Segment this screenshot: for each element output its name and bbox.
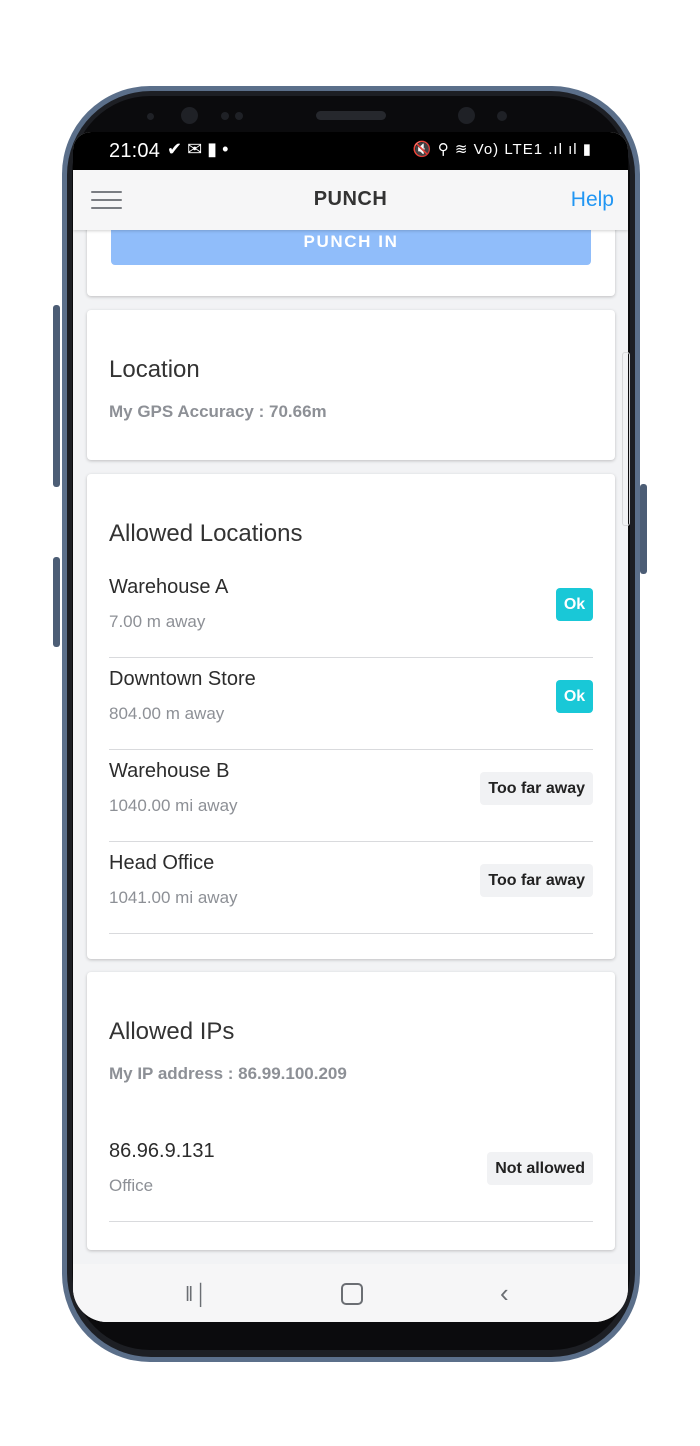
system-nav-bar: ‖│ ‹ — [73, 1264, 628, 1322]
status-bar: 21:04 ✔ ✉ ▮ • 🔇 ⚲ ≋ Vo) LTE1 .ıl ıl ▮ — [73, 132, 628, 170]
status-badge: Ok — [556, 588, 593, 621]
help-link[interactable]: Help — [571, 188, 614, 212]
punch-in-button[interactable]: PUNCH IN — [111, 230, 591, 265]
location-name: Warehouse A — [109, 576, 229, 598]
proximity-sensor — [147, 113, 154, 120]
location-name: Head Office — [109, 852, 215, 874]
status-badge: Ok — [556, 680, 593, 713]
status-time: 21:04 — [109, 140, 161, 162]
light-sensor — [221, 112, 229, 120]
volume-up-button — [53, 305, 60, 487]
location-name: Warehouse B — [109, 760, 230, 782]
status-badge: Not allowed — [487, 1152, 593, 1185]
earpiece-speaker — [316, 111, 386, 120]
notification-icons: ✔ ✉ ▮ • — [167, 139, 229, 159]
location-title: Location — [109, 356, 200, 383]
gps-accuracy: My GPS Accuracy : 70.66m — [109, 402, 327, 421]
location-distance: 7.00 m away — [109, 612, 206, 631]
light-sensor-2 — [235, 112, 243, 120]
list-item: 86.96.9.131 Office Not allowed — [109, 1130, 593, 1222]
ip-address: 86.96.9.131 — [109, 1140, 215, 1162]
location-distance: 1041.00 mi away — [109, 888, 238, 907]
list-item: Warehouse B 1040.00 mi away Too far away — [109, 750, 593, 842]
scroll-content[interactable]: PUNCH IN Location My GPS Accuracy : 70.6… — [73, 230, 628, 1264]
status-badge: Too far away — [480, 772, 593, 805]
home-icon[interactable] — [341, 1283, 363, 1305]
location-card: Location My GPS Accuracy : 70.66m — [87, 310, 615, 460]
app-bar: PUNCH Help — [73, 170, 628, 230]
recents-icon[interactable]: ‖│ — [185, 1284, 210, 1307]
allowed-locations-card: Allowed Locations Warehouse A 7.00 m awa… — [87, 474, 615, 959]
list-item: Warehouse A 7.00 m away Ok — [109, 566, 593, 658]
location-distance: 1040.00 mi away — [109, 796, 238, 815]
allowed-ips-title: Allowed IPs — [109, 1018, 235, 1045]
allowed-ips-card: Allowed IPs My IP address : 86.99.100.20… — [87, 972, 615, 1250]
system-status-icons: 🔇 ⚲ ≋ Vo) LTE1 .ıl ıl ▮ — [412, 141, 592, 158]
scrollbar[interactable] — [622, 352, 630, 526]
ip-label: Office — [109, 1176, 154, 1195]
iris-camera — [458, 107, 475, 124]
list-item: Downtown Store 804.00 m away Ok — [109, 658, 593, 750]
iris-led — [497, 111, 507, 121]
front-camera — [181, 107, 198, 124]
list-item: Head Office 1041.00 mi away Too far away — [109, 842, 593, 934]
back-icon[interactable]: ‹ — [500, 1278, 509, 1309]
power-button — [640, 484, 647, 574]
bixby-button — [53, 557, 60, 647]
screen: 21:04 ✔ ✉ ▮ • 🔇 ⚲ ≋ Vo) LTE1 .ıl ıl ▮ PU… — [73, 132, 628, 1322]
punch-card: PUNCH IN — [87, 230, 615, 296]
my-ip-address: My IP address : 86.99.100.209 — [109, 1064, 347, 1083]
location-name: Downtown Store — [109, 668, 256, 690]
status-badge: Too far away — [480, 864, 593, 897]
page-title: PUNCH — [313, 188, 388, 210]
location-distance: 804.00 m away — [109, 704, 225, 723]
allowed-locations-title: Allowed Locations — [109, 520, 303, 547]
